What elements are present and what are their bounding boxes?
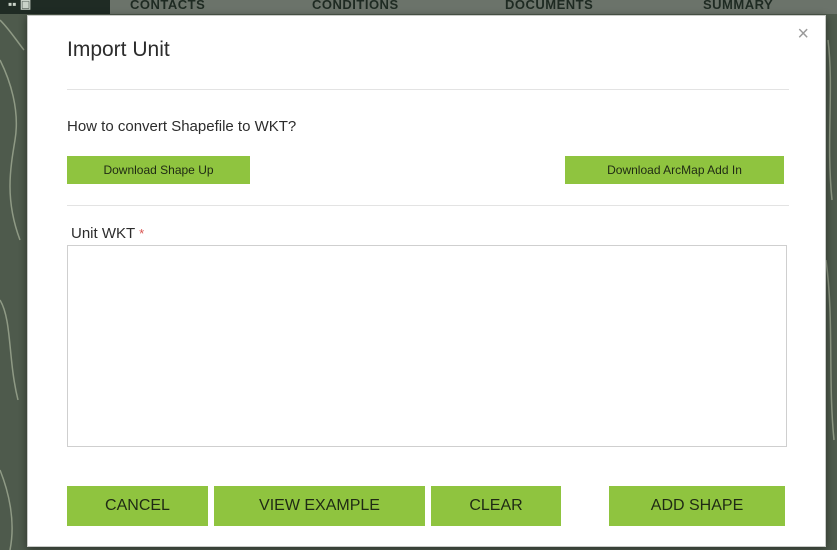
download-arcmap-add-in-button[interactable]: Download ArcMap Add In (565, 156, 784, 184)
required-marker: * (139, 226, 145, 241)
unit-wkt-textarea[interactable] (67, 245, 787, 447)
cancel-button[interactable]: CANCEL (67, 486, 208, 526)
header-divider (67, 89, 789, 90)
section-divider (67, 205, 789, 206)
view-example-button[interactable]: VIEW EXAMPLE (214, 486, 425, 526)
nav-active-segment: ▪▪ ▣ (0, 0, 110, 14)
nav-item-conditions: CONDITIONS (312, 0, 399, 12)
clear-button[interactable]: CLEAR (431, 486, 561, 526)
background-top-nav: ▪▪ ▣ CONTACTS CONDITIONS DOCUMENTS SUMMA… (0, 0, 837, 14)
close-icon[interactable]: × (797, 24, 809, 44)
unit-wkt-label: Unit WKT * (71, 225, 144, 242)
unit-wkt-label-text: Unit WKT (71, 225, 136, 242)
helper-text: How to convert Shapefile to WKT? (67, 118, 297, 135)
import-unit-modal: Import Unit × How to convert Shapefile t… (27, 15, 826, 547)
nav-item-documents: DOCUMENTS (505, 0, 594, 12)
modal-title: Import Unit (67, 38, 170, 61)
nav-item-contacts: CONTACTS (130, 0, 206, 12)
add-shape-button[interactable]: ADD SHAPE (609, 486, 785, 526)
nav-item-summary: SUMMARY (703, 0, 774, 12)
download-shape-up-button[interactable]: Download Shape Up (67, 156, 250, 184)
